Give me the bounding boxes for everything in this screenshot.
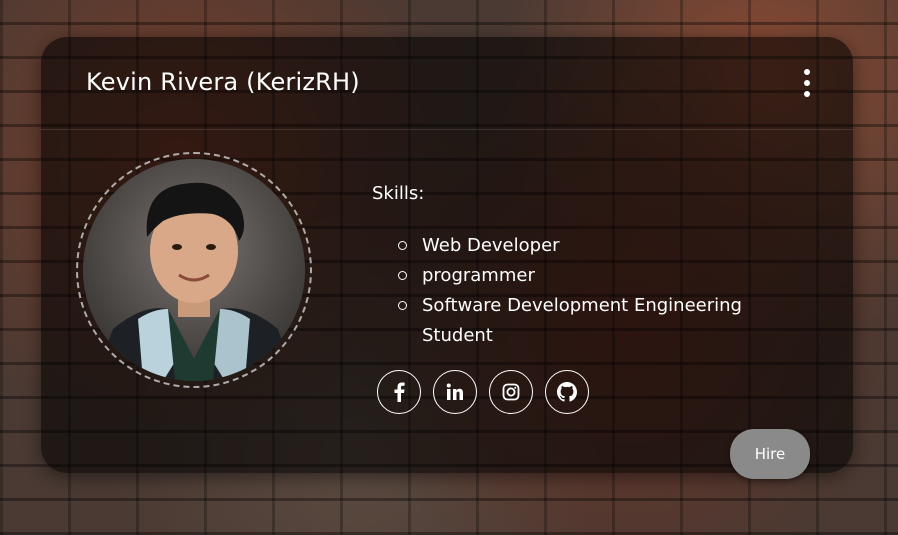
list-item: Web Developer xyxy=(398,231,798,261)
instagram-button[interactable] xyxy=(489,370,533,414)
card-title: Kevin Rivera (KerizRH) xyxy=(86,68,360,96)
header-divider xyxy=(41,129,853,130)
github-icon xyxy=(557,382,577,402)
facebook-button[interactable] xyxy=(377,370,421,414)
skills-heading: Skills: xyxy=(372,183,425,204)
avatar-ring xyxy=(76,152,312,388)
avatar-image xyxy=(83,159,305,381)
github-button[interactable] xyxy=(545,370,589,414)
avatar xyxy=(83,159,305,381)
linkedin-button[interactable] xyxy=(433,370,477,414)
skills-list: Web Developer programmer Software Develo… xyxy=(398,231,798,351)
list-item: programmer xyxy=(398,261,798,291)
facebook-icon xyxy=(394,382,405,402)
more-options-icon[interactable] xyxy=(801,69,813,97)
profile-card: Kevin Rivera (KerizRH) Skills: Web Devel… xyxy=(41,37,853,473)
list-item: Software Development Engineering Student xyxy=(398,291,798,351)
social-links xyxy=(377,370,589,414)
instagram-icon xyxy=(502,383,520,401)
hire-button[interactable]: Hire xyxy=(730,429,810,479)
linkedin-icon xyxy=(446,383,463,400)
